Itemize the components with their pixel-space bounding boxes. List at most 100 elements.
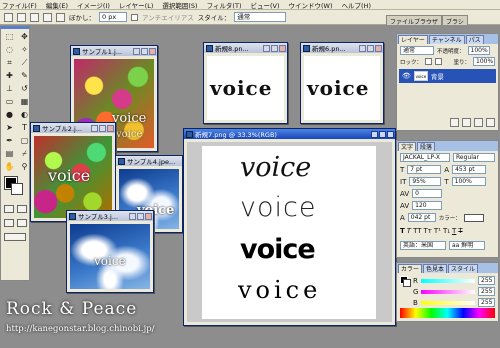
image-canvas[interactable]: voice voice voice voice	[202, 146, 376, 319]
style-select[interactable]: 通常	[234, 12, 287, 22]
layer-row[interactable]: 👁 voice 背景	[399, 69, 496, 83]
path-select-icon[interactable]: ➤	[3, 122, 16, 134]
horizontal-scale-input[interactable]: 100%	[451, 177, 486, 186]
maximize-button[interactable]	[367, 44, 374, 52]
lock-pixels-checkbox[interactable]	[435, 58, 443, 65]
image-canvas[interactable]: voice	[70, 224, 150, 289]
tab-paragraph[interactable]: 段落	[417, 142, 436, 151]
pen-icon[interactable]: ✒	[3, 135, 16, 147]
maximize-button[interactable]	[99, 124, 106, 132]
new-selection-icon[interactable]	[17, 12, 26, 22]
subtract-selection-icon[interactable]	[43, 12, 52, 22]
slice-icon[interactable]: ⟋	[18, 57, 31, 69]
close-button[interactable]	[375, 44, 382, 52]
menu-image[interactable]: イメージ(I)	[77, 0, 110, 10]
tab-color[interactable]: カラー	[398, 264, 423, 273]
red-slider[interactable]	[420, 278, 475, 283]
faux-bold-button[interactable]: T	[400, 227, 405, 235]
intersect-selection-icon[interactable]	[56, 12, 65, 22]
tab-styles[interactable]: スタイル	[448, 264, 479, 273]
lasso-icon[interactable]: ◌	[3, 44, 16, 56]
menu-help[interactable]: ヘルプ(H)	[342, 0, 371, 10]
link-layers-icon[interactable]	[450, 118, 459, 127]
maximize-button[interactable]	[137, 212, 144, 220]
history-brush-icon[interactable]: ↺	[18, 83, 31, 95]
opacity-input[interactable]: 100%	[467, 46, 490, 55]
blend-mode-select[interactable]: 通常	[400, 46, 434, 55]
image-canvas[interactable]: voice	[207, 56, 284, 120]
minimize-button[interactable]	[263, 44, 270, 52]
superscript-button[interactable]: T¹	[434, 227, 441, 235]
tab-layers[interactable]: レイヤー	[398, 35, 428, 44]
add-selection-icon[interactable]	[30, 12, 39, 22]
document-window-sample2[interactable]: サンプル2.j... voice	[30, 122, 116, 222]
antialias-checkbox[interactable]	[131, 13, 138, 21]
minimize-button[interactable]	[91, 124, 98, 132]
red-value-input[interactable]: 255	[478, 276, 495, 285]
lock-transparency-checkbox[interactable]	[425, 58, 433, 65]
tracking-input[interactable]: 120	[412, 201, 443, 210]
menu-view[interactable]: ビュー(V)	[250, 0, 279, 10]
font-size-input[interactable]: 7 pt	[407, 165, 442, 174]
jump-to-imageready-icon[interactable]	[4, 233, 26, 241]
blue-slider[interactable]	[420, 300, 475, 305]
text-color-swatch[interactable]	[463, 213, 484, 222]
standard-mode-icon[interactable]	[4, 205, 14, 213]
tab-swatches[interactable]: 色見本	[423, 264, 448, 273]
gradient-icon[interactable]: ▦	[18, 96, 31, 108]
brush-icon[interactable]: ✎	[18, 70, 31, 82]
eye-icon[interactable]: 👁	[402, 72, 411, 80]
palette-tab-brushes[interactable]: ブラシ	[442, 15, 468, 26]
screen-mode-icon[interactable]	[4, 219, 14, 227]
faux-italic-button[interactable]: T	[407, 227, 411, 235]
fill-input[interactable]: 100%	[473, 57, 495, 66]
close-button[interactable]	[387, 130, 394, 138]
font-style-select[interactable]: Regular	[453, 153, 495, 162]
leading-input[interactable]: 453 pt	[452, 165, 487, 174]
menu-window[interactable]: ウインドウ(W)	[289, 0, 333, 10]
menu-layer[interactable]: レイヤー(L)	[119, 0, 154, 10]
marquee-tool-icon[interactable]	[4, 12, 13, 22]
marquee-icon[interactable]: ⬚	[3, 31, 16, 43]
image-canvas[interactable]: voice	[34, 136, 112, 218]
minimize-button[interactable]	[371, 130, 378, 138]
fullscreen-mode-icon[interactable]	[17, 219, 27, 227]
baseline-input[interactable]: 042 pt	[407, 213, 436, 222]
underline-button[interactable]: T	[452, 227, 456, 235]
antialias-select[interactable]: aa 鮮明	[449, 241, 485, 250]
eraser-icon[interactable]: ▭	[3, 96, 16, 108]
small-caps-button[interactable]: Tт	[424, 227, 432, 235]
dodge-icon[interactable]: ◐	[18, 109, 31, 121]
font-family-select[interactable]: JACKAL_LP-X	[400, 153, 450, 162]
minimize-button[interactable]	[129, 212, 136, 220]
image-canvas[interactable]: voice	[304, 56, 380, 120]
notes-icon[interactable]: ▤	[3, 148, 16, 160]
document-window-new8[interactable]: 新規8.pn... voice	[203, 42, 288, 124]
minimize-button[interactable]	[359, 44, 366, 52]
vertical-scale-input[interactable]: 95%	[409, 177, 442, 186]
healing-brush-icon[interactable]: ✚	[3, 70, 16, 82]
blue-value-input[interactable]: 255	[478, 298, 495, 307]
kerning-input[interactable]: 0	[412, 189, 443, 198]
green-value-input[interactable]: 255	[478, 287, 495, 296]
menu-edit[interactable]: 編集(E)	[46, 0, 68, 10]
close-button[interactable]	[279, 44, 286, 52]
tab-channels[interactable]: チャンネル	[428, 35, 465, 44]
maximize-button[interactable]	[141, 47, 148, 55]
close-button[interactable]	[107, 124, 114, 132]
close-button[interactable]	[145, 212, 152, 220]
tab-paths[interactable]: パス	[465, 35, 484, 44]
trash-icon[interactable]	[486, 118, 495, 127]
color-bg-swatch[interactable]	[403, 279, 411, 287]
feather-input[interactable]: 0 px	[99, 12, 127, 22]
background-color-swatch[interactable]	[11, 183, 23, 195]
hand-icon[interactable]: ✋	[3, 161, 16, 173]
document-window-sample3[interactable]: サンプル3.j... voice	[66, 210, 154, 293]
palette-tab-file-browser[interactable]: ファイルブラウザ	[386, 15, 443, 26]
document-window-new6[interactable]: 新規6.pn... voice	[300, 42, 384, 124]
crop-icon[interactable]: ⌗	[3, 57, 16, 69]
all-caps-button[interactable]: TT	[413, 227, 421, 235]
menu-select[interactable]: 選択範囲(S)	[162, 0, 197, 10]
color-ramp[interactable]	[400, 308, 495, 318]
maximize-button[interactable]	[271, 44, 278, 52]
